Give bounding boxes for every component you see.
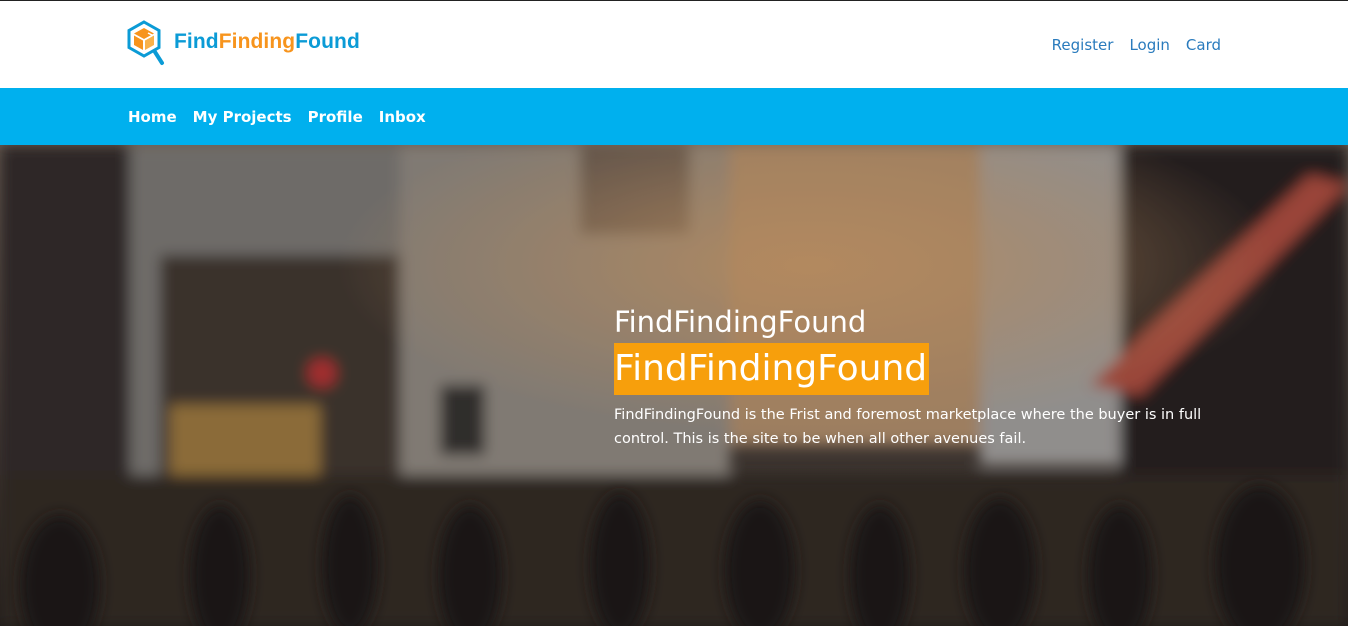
nav-item-inbox[interactable]: Inbox	[379, 108, 426, 126]
main-navbar: Home My Projects Profile Inbox	[0, 88, 1348, 145]
hero-content: FindFindingFound FindFindingFound FindFi…	[614, 305, 1214, 451]
logo-text-finding: Finding	[218, 30, 296, 53]
hero-banner: FindFindingFound FindFindingFound FindFi…	[0, 145, 1348, 626]
account-links: Register Login Card	[1052, 36, 1221, 54]
nav-item-my-projects[interactable]: My Projects	[193, 108, 292, 126]
nav-item-home[interactable]: Home	[128, 108, 177, 126]
hero-title: FindFindingFound	[614, 305, 867, 339]
nav-items: Home My Projects Profile Inbox	[128, 88, 426, 145]
hero-description: FindFindingFound is the Frist and foremo…	[614, 407, 1202, 447]
card-link[interactable]: Card	[1186, 36, 1221, 54]
logo-text: FindFindingFound	[174, 30, 360, 54]
hexagon-magnifier-logo-icon	[127, 20, 164, 65]
hero-highlight-title: FindFindingFound	[614, 343, 930, 395]
nav-item-profile[interactable]: Profile	[308, 108, 363, 126]
logo-text-find: Find	[174, 30, 219, 53]
site-logo[interactable]: FindFindingFound	[126, 19, 360, 71]
register-link[interactable]: Register	[1052, 36, 1114, 54]
login-link[interactable]: Login	[1129, 36, 1169, 54]
logo-text-found: Found	[295, 30, 360, 53]
site-header: FindFindingFound Register Login Card	[0, 1, 1348, 88]
